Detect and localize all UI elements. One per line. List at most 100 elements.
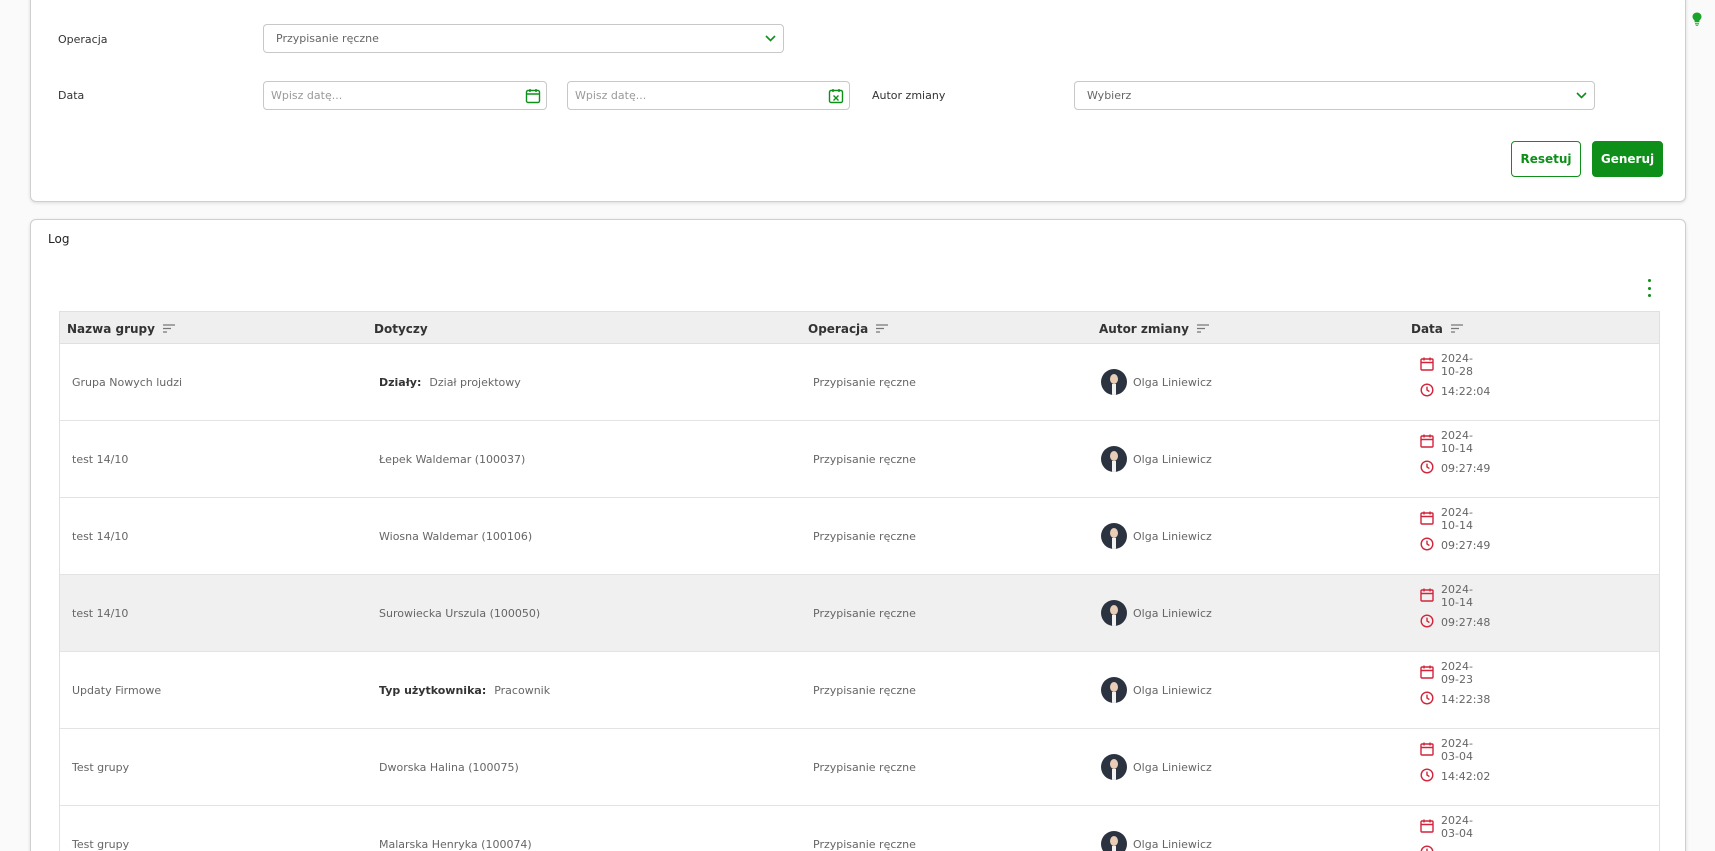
- sort-icon[interactable]: [162, 324, 175, 333]
- column-header-group-label: Nazwa grupy: [67, 321, 155, 336]
- cell-author: Olga Liniewicz: [1101, 344, 1212, 420]
- lightbulb-icon[interactable]: [1692, 12, 1702, 26]
- calendar-icon: [1420, 511, 1441, 528]
- cell-author: Olga Liniewicz: [1101, 652, 1212, 728]
- row-date: 2024-10-28: [1441, 352, 1473, 378]
- author-select[interactable]: Wybierz: [1074, 81, 1595, 110]
- cell-group: Updaty Firmowe: [72, 652, 161, 728]
- time-line: [1420, 845, 1441, 851]
- operation-name: Przypisanie ręczne: [813, 683, 916, 697]
- cell-concerns: Malarska Henryka (100074): [379, 806, 532, 851]
- more-vertical-icon[interactable]: [1641, 279, 1657, 297]
- clock-icon: [1420, 691, 1441, 708]
- group-name: Grupa Nowych ludzi: [72, 375, 183, 389]
- date-line: 2024-03-04: [1420, 737, 1473, 763]
- group-name: Test grupy: [72, 760, 130, 774]
- author-name: Olga Liniewicz: [1133, 683, 1212, 697]
- group-name: test 14/10: [72, 606, 129, 620]
- clock-icon: [1420, 614, 1441, 631]
- cell-concerns: Surowiecka Urszula (100050): [379, 575, 540, 651]
- table-row[interactable]: Test grupy Dworska Halina (100075) Przypis…: [59, 729, 1660, 806]
- author-name: Olga Liniewicz: [1133, 760, 1212, 774]
- cell-operation: Przypisanie ręczne: [813, 344, 916, 420]
- operation-select[interactable]: Przypisanie ręczne: [263, 24, 784, 53]
- avatar: [1101, 446, 1127, 472]
- cell-operation: Przypisanie ręczne: [813, 575, 916, 651]
- operation-name: Przypisanie ręczne: [813, 529, 916, 543]
- row-time: 09:27:49: [1441, 462, 1491, 475]
- cell-operation: Przypisanie ręczne: [813, 729, 916, 805]
- avatar: [1101, 523, 1127, 549]
- cell-concerns: Typ użytkownika: Pracownik: [379, 652, 550, 728]
- author-select-placeholder: Wybierz: [1087, 89, 1132, 102]
- cell-group: Test grupy: [72, 806, 129, 851]
- chevron-down-icon: [1568, 92, 1594, 99]
- column-header-concerns-label: Dotyczy: [374, 321, 428, 336]
- cell-concerns: Wiosna Waldemar (100106): [379, 498, 532, 574]
- operation-name: Przypisanie ręczne: [813, 837, 916, 851]
- row-time: 14:42:02: [1441, 770, 1491, 783]
- column-header-date-label: Data: [1411, 321, 1443, 336]
- column-header-operation[interactable]: Operacja: [808, 312, 889, 345]
- group-name: Updaty Firmowe: [72, 683, 162, 697]
- cell-operation: Przypisanie ręczne: [813, 498, 916, 574]
- cell-concerns: Dworska Halina (100075): [379, 729, 519, 805]
- author-name: Olga Liniewicz: [1133, 375, 1212, 389]
- sort-icon[interactable]: [1196, 324, 1209, 333]
- log-panel: Log Nazwa grupy Dotyczy Operacja Autor z…: [30, 219, 1686, 851]
- column-header-author[interactable]: Autor zmiany: [1099, 312, 1209, 345]
- cell-author: Olga Liniewicz: [1101, 421, 1212, 497]
- time-line: 14:22:38: [1420, 691, 1490, 708]
- concerns-value: Dworska Halina (100075): [379, 760, 519, 774]
- concerns-value: Dział projektowy: [429, 375, 521, 389]
- avatar: [1101, 754, 1127, 780]
- table-row[interactable]: test 14/10 Wiosna Waldemar (100106) Przypi…: [59, 498, 1660, 575]
- avatar: [1101, 677, 1127, 703]
- filter-panel: Operacja Przypisanie ręczne Data Wpisz d…: [30, 0, 1686, 202]
- date-line: 2024-03-04: [1420, 814, 1473, 840]
- cell-operation: Przypisanie ręczne: [813, 421, 916, 497]
- date-from-placeholder: Wpisz datę...: [271, 89, 343, 102]
- table-row[interactable]: Test grupy Malarska Henryka (100074) Przyp…: [59, 806, 1660, 851]
- column-header-author-label: Autor zmiany: [1099, 321, 1189, 336]
- generate-button[interactable]: Generuj: [1592, 141, 1663, 177]
- reset-button[interactable]: Resetuj: [1511, 141, 1581, 177]
- table-row[interactable]: test 14/10 Surowiecka Urszula (100050) Prz…: [59, 575, 1660, 652]
- date-to-placeholder: Wpisz datę...: [575, 89, 647, 102]
- author-name: Olga Liniewicz: [1133, 837, 1212, 851]
- operation-name: Przypisanie ręczne: [813, 606, 916, 620]
- cell-author: Olga Liniewicz: [1101, 498, 1212, 574]
- cell-group: test 14/10: [72, 575, 128, 651]
- calendar-clear-icon[interactable]: [823, 88, 849, 104]
- clock-icon: [1420, 845, 1441, 851]
- cell-author: Olga Liniewicz: [1101, 729, 1212, 805]
- calendar-icon: [1420, 434, 1441, 451]
- clock-icon: [1420, 537, 1441, 554]
- group-name: test 14/10: [72, 452, 129, 466]
- date-to-input[interactable]: Wpisz datę...: [567, 81, 850, 110]
- row-time: 09:27:49: [1441, 539, 1491, 552]
- time-line: 14:42:02: [1420, 768, 1490, 785]
- cell-group: Test grupy: [72, 729, 129, 805]
- calendar-icon: [1420, 742, 1441, 759]
- time-line: 09:27:48: [1420, 614, 1490, 631]
- operation-name: Przypisanie ręczne: [813, 452, 916, 466]
- column-header-date[interactable]: Data: [1411, 312, 1463, 345]
- author-label: Autor zmiany: [872, 89, 946, 102]
- table-row[interactable]: Updaty Firmowe Typ użytkownika: Pracownik P…: [59, 652, 1660, 729]
- row-date: 2024-10-14: [1441, 506, 1473, 532]
- clock-icon: [1420, 768, 1441, 785]
- calendar-icon[interactable]: [520, 88, 546, 104]
- operation-select-value: Przypisanie ręczne: [276, 32, 379, 45]
- sort-icon[interactable]: [876, 324, 889, 333]
- table-row[interactable]: Grupa Nowych ludzi Działy: Dział projektow…: [59, 344, 1660, 421]
- column-header-operation-label: Operacja: [808, 321, 869, 336]
- row-date: 2024-10-14: [1441, 583, 1473, 609]
- date-label: Data: [58, 89, 85, 102]
- table-row[interactable]: test 14/10 Łepek Waldemar (100037) Przypis…: [59, 421, 1660, 498]
- operation-name: Przypisanie ręczne: [813, 760, 916, 774]
- chevron-down-icon: [757, 35, 783, 42]
- date-from-input[interactable]: Wpisz datę...: [263, 81, 547, 110]
- column-header-group[interactable]: Nazwa grupy: [67, 312, 175, 345]
- sort-icon[interactable]: [1450, 324, 1463, 333]
